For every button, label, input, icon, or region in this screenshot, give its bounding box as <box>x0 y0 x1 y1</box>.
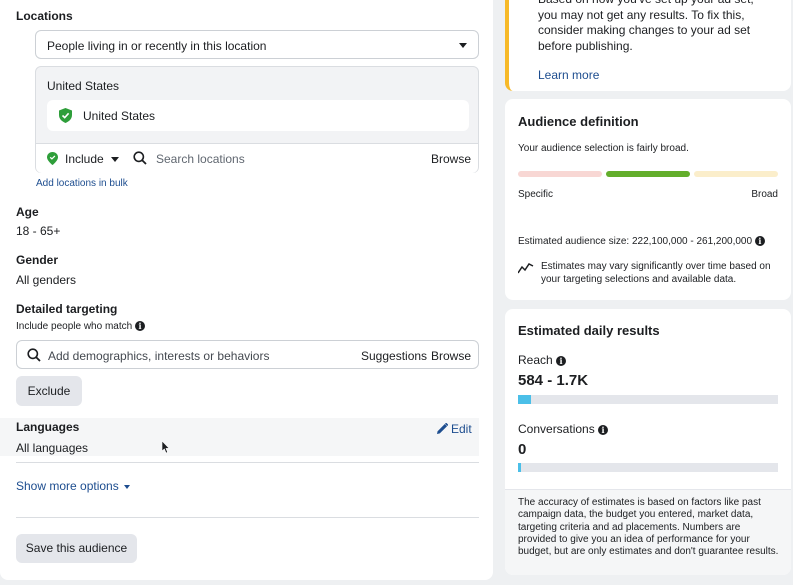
warning-text: Based on how you've set up your ad set, … <box>538 0 754 53</box>
conversations-value: 0 <box>518 441 527 458</box>
trend-icon <box>517 262 534 277</box>
locations-title: Locations <box>16 9 73 23</box>
search-icon <box>27 348 41 365</box>
age-title: Age <box>16 205 39 219</box>
conversations-bar <box>518 463 778 472</box>
divider <box>16 462 479 463</box>
detailed-targeting-placeholder: Add demographics, interests or behaviors <box>48 349 270 363</box>
location-chip[interactable]: United States <box>47 100 469 131</box>
languages-row: Languages All languages Edit <box>0 418 479 456</box>
gender-value[interactable]: All genders <box>16 273 76 287</box>
include-chevron-icon[interactable] <box>111 157 119 162</box>
detailed-targeting-sublabel: Include people who match <box>16 321 133 332</box>
languages-title: Languages <box>16 420 80 434</box>
estimate-note: Estimates may vary significantly over ti… <box>541 261 771 285</box>
location-mode-value: People living in or recently in this loc… <box>47 39 267 53</box>
detailed-targeting-input[interactable]: Add demographics, interests or behaviors… <box>16 340 479 369</box>
languages-value: All languages <box>16 441 89 455</box>
warning-card: Based on how you've set up your ad set, … <box>505 0 791 91</box>
location-pin-icon <box>47 152 58 168</box>
shield-check-icon <box>59 108 72 126</box>
conversations-label: Conversations <box>518 422 595 436</box>
add-locations-bulk-link[interactable]: Add locations in bulk <box>36 178 128 189</box>
languages-edit-link[interactable]: Edit <box>451 422 472 436</box>
conversations-label-row: Conversations i <box>518 422 609 436</box>
gauge-segment-broad <box>694 171 778 177</box>
audience-definition-card: Audience definition Your audience select… <box>505 99 791 300</box>
age-value[interactable]: 18 - 65+ <box>16 224 60 238</box>
disclaimer-text: The accuracy of estimates is based on fa… <box>518 497 779 558</box>
show-more-label: Show more options <box>16 479 119 493</box>
learn-more-link[interactable]: Learn more <box>538 68 599 82</box>
chevron-down-icon <box>124 484 131 489</box>
reach-label: Reach <box>518 353 553 367</box>
save-audience-button[interactable]: Save this audience <box>16 534 137 563</box>
gauge-specific-label: Specific <box>518 189 554 200</box>
chevron-down-icon <box>459 43 467 48</box>
divider <box>16 517 479 518</box>
location-search-input[interactable]: Search locations <box>156 152 245 166</box>
audience-size-text: Estimated audience size: 222,100,000 - 2… <box>518 236 753 247</box>
location-box: United States United States Include Sear… <box>35 66 479 173</box>
audience-breadth-text: Your audience selection is fairly broad. <box>518 143 689 154</box>
exclude-button[interactable]: Exclude <box>16 376 82 406</box>
info-icon[interactable]: i <box>556 355 567 366</box>
info-icon[interactable]: i <box>754 236 765 247</box>
conversations-bar-fill <box>518 463 521 472</box>
country-group-label: United States <box>47 79 120 93</box>
gender-title: Gender <box>16 253 59 267</box>
gauge-segment-active <box>606 171 690 177</box>
daily-results-card: Estimated daily results Reach i 584 - 1.… <box>505 309 791 575</box>
info-icon[interactable]: i <box>134 321 145 332</box>
gauge-broad-label: Broad <box>751 189 778 200</box>
info-icon[interactable]: i <box>598 424 609 435</box>
audience-gauge <box>518 171 778 177</box>
suggestions-button[interactable]: Suggestions <box>361 349 427 363</box>
location-chip-label: United States <box>83 109 156 123</box>
audience-panel: Locations People living in or recently i… <box>0 0 493 580</box>
pencil-icon[interactable] <box>437 422 449 437</box>
detailed-targeting-title: Detailed targeting <box>16 302 118 316</box>
mouse-cursor-icon <box>162 441 170 454</box>
include-dropdown[interactable]: Include <box>65 152 104 166</box>
detailed-targeting-subtitle: Include people who match i <box>16 321 145 332</box>
gauge-segment-specific <box>518 171 602 177</box>
summary-column: Based on how you've set up your ad set, … <box>505 0 791 585</box>
location-search-row: Include Search locations Browse <box>36 143 478 173</box>
search-icon <box>133 151 147 168</box>
reach-bar <box>518 395 778 404</box>
show-more-options-link[interactable]: Show more options <box>16 479 131 493</box>
audience-size-row: Estimated audience size: 222,100,000 - 2… <box>518 236 765 247</box>
reach-label-row: Reach i <box>518 353 567 367</box>
daily-results-title: Estimated daily results <box>518 323 660 338</box>
reach-bar-fill <box>518 395 531 404</box>
disclaimer-box: The accuracy of estimates is based on fa… <box>505 489 791 575</box>
targeting-browse-button[interactable]: Browse <box>431 349 471 363</box>
audience-definition-title: Audience definition <box>518 114 639 129</box>
location-browse-button[interactable]: Browse <box>431 152 471 166</box>
location-mode-select[interactable]: People living in or recently in this loc… <box>35 30 479 59</box>
reach-value: 584 - 1.7K <box>518 372 589 389</box>
